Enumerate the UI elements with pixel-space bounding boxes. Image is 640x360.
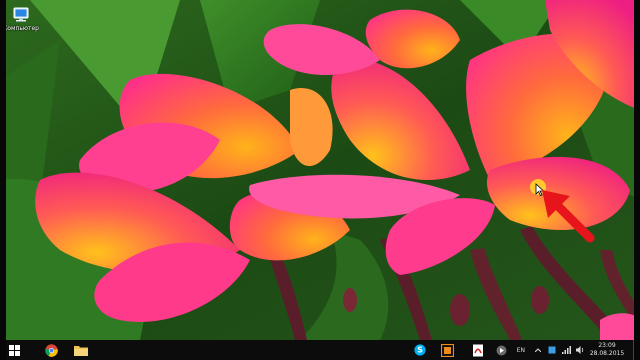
clock[interactable]: 23:09 28.08.2015 — [587, 342, 627, 358]
tray-network-button[interactable] — [561, 345, 571, 355]
taskbar-recorder-button[interactable] — [437, 340, 459, 360]
annotation-arrow-icon — [542, 190, 595, 243]
media-icon — [496, 345, 507, 355]
tray-overflow-button[interactable] — [533, 345, 543, 355]
chevron-up-icon — [535, 348, 541, 352]
system-tray: EN 23:09 28.08.2015 — [513, 340, 640, 360]
start-button[interactable] — [3, 340, 25, 360]
file-explorer-icon — [74, 346, 88, 356]
tray-volume-button[interactable] — [575, 345, 585, 355]
tray-app-button[interactable] — [547, 345, 557, 355]
computer-icon — [13, 7, 29, 22]
wallpaper — [0, 0, 640, 340]
taskbar-chrome-button[interactable] — [40, 340, 62, 360]
screen-recorder-icon — [441, 343, 455, 357]
app-tray-icon — [548, 346, 556, 354]
pdf-reader-icon — [472, 344, 483, 356]
chrome-icon — [44, 343, 58, 357]
clock-date: 28.08.2015 — [589, 350, 625, 357]
network-icon — [561, 346, 571, 354]
desktop-icon-computer[interactable]: Компьютер — [2, 6, 40, 32]
taskbar-explorer-button[interactable] — [70, 340, 92, 360]
screen-border-left — [0, 0, 6, 360]
screen-border-right — [634, 0, 640, 360]
language-indicator[interactable]: EN — [517, 347, 525, 354]
windows-logo-icon — [8, 344, 20, 356]
skype-icon: S — [414, 344, 426, 356]
svg-text:S: S — [417, 346, 423, 355]
taskbar: S EN 23:09 28.08.2015 — [0, 340, 640, 360]
taskbar-pdf-button[interactable] — [467, 340, 489, 360]
taskbar-skype-button[interactable]: S — [409, 340, 431, 360]
clock-time: 23:09 — [598, 342, 616, 349]
volume-icon — [575, 346, 583, 354]
taskbar-media-button[interactable] — [491, 340, 513, 360]
desktop: Компьютер — [0, 0, 640, 340]
desktop-icon-label: Компьютер — [3, 25, 39, 32]
